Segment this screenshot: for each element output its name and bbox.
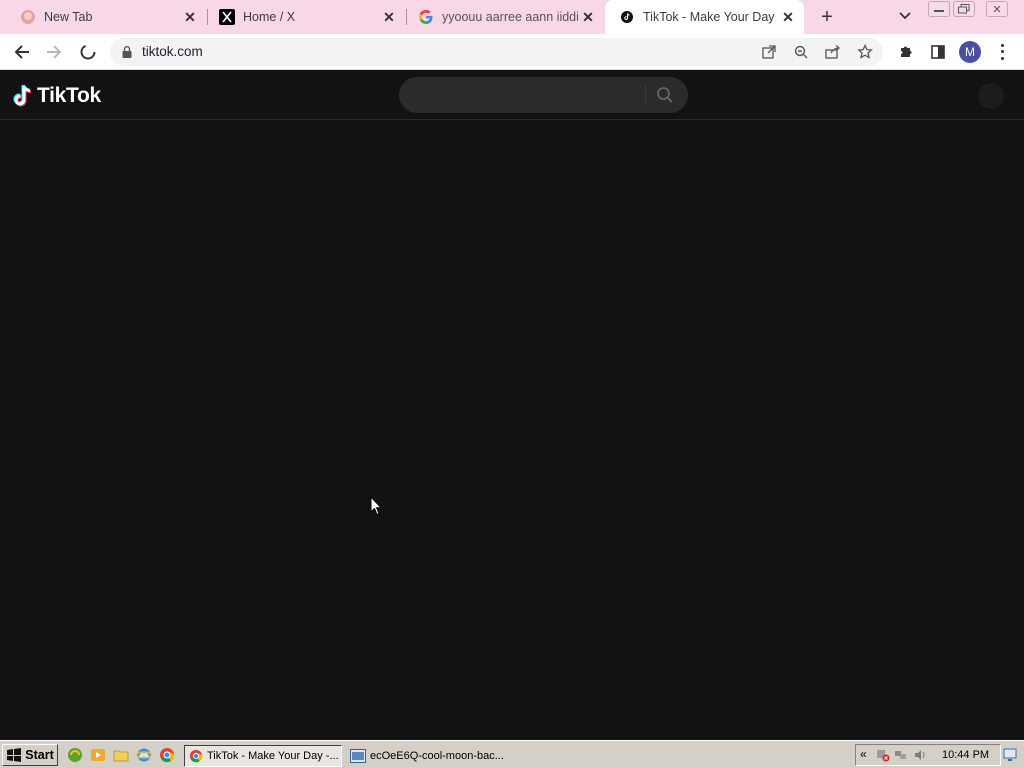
browser-toolbar: tiktok.com M (0, 34, 1024, 70)
search-divider (645, 85, 646, 105)
restore-button[interactable] (953, 1, 975, 17)
tab-search-chevron-icon[interactable] (895, 6, 915, 26)
close-icon[interactable]: ✕ (180, 7, 200, 27)
tiktok-logo-text: TikTok (37, 84, 101, 107)
back-arrow-icon[interactable] (10, 40, 34, 64)
tiktok-content-area (0, 121, 1024, 740)
tray-monitor-icon[interactable] (1003, 748, 1017, 762)
tab-title: TikTok - Make Your Day (643, 10, 775, 24)
extensions-puzzle-icon[interactable] (896, 42, 916, 62)
image-viewer-icon (350, 749, 366, 763)
quicklaunch-internet-icon[interactable] (67, 747, 83, 763)
tray-network-error-icon[interactable] (876, 748, 890, 762)
close-icon[interactable]: ✕ (379, 7, 399, 27)
tab-tiktok[interactable]: TikTok - Make Your Day ✕ (605, 0, 804, 34)
tray-volume-icon[interactable] (913, 748, 927, 762)
start-label: Start (25, 748, 54, 762)
quicklaunch-chrome-icon[interactable] (159, 747, 175, 763)
taskbar-item-label: TikTok - Make Your Day -... (207, 750, 339, 762)
taskbar-item-label: ecOeE6Q-cool-moon-bac... (370, 750, 504, 762)
tab-title: New Tab (44, 10, 93, 24)
close-icon[interactable]: ✕ (578, 7, 598, 27)
browser-tab-strip: New Tab ✕ Home / X ✕ yyoouu aarree aann … (0, 0, 1024, 34)
side-panel-icon[interactable] (928, 42, 948, 62)
search-icon[interactable] (656, 86, 674, 104)
lock-icon (122, 46, 132, 58)
url-text: tiktok.com (142, 44, 203, 59)
loading-spinner-icon[interactable] (76, 40, 100, 64)
forward-arrow-icon[interactable] (42, 40, 66, 64)
windows-taskbar: Start TikTok - Make Your Day -... ecOeE6… (0, 740, 1024, 768)
windows-flag-icon (7, 748, 22, 762)
new-tab-button[interactable]: + (815, 5, 839, 29)
taskbar-item-image-viewer[interactable]: ecOeE6Q-cool-moon-bac... (346, 745, 504, 767)
tab-new-tab[interactable]: New Tab ✕ (0, 0, 206, 34)
quicklaunch-ie-icon[interactable] (136, 747, 152, 763)
mouse-cursor-icon (370, 496, 382, 516)
minimize-button[interactable] (928, 1, 950, 17)
tiktok-user-avatar[interactable] (978, 83, 1004, 109)
share-icon[interactable] (824, 43, 842, 61)
x-logo-icon (219, 9, 235, 25)
browser-menu-icon[interactable] (995, 42, 1009, 62)
close-icon[interactable]: ✕ (778, 7, 798, 27)
quicklaunch-folder-icon[interactable] (113, 747, 129, 763)
taskbar-item-tiktok[interactable]: TikTok - Make Your Day -... (184, 745, 342, 767)
start-button[interactable]: Start (2, 744, 58, 766)
zoom-icon[interactable] (792, 43, 810, 61)
open-in-app-icon[interactable] (760, 43, 778, 61)
system-tray: « 10:44 PM (855, 744, 1001, 766)
chrome-icon (189, 749, 203, 763)
close-window-button[interactable]: ✕ (986, 1, 1008, 17)
tab-home-x[interactable]: Home / X ✕ (199, 0, 405, 34)
tab-google-search[interactable]: yyoouu aarree aann iiddiioott ✕ (398, 0, 604, 34)
google-g-icon (418, 9, 434, 25)
tiktok-logo[interactable]: TikTok (12, 83, 101, 109)
tray-clock: 10:44 PM (942, 749, 990, 761)
tray-expand-chevron-icon[interactable]: « (860, 747, 874, 761)
tiktok-favicon (619, 9, 635, 25)
tab-title: Home / X (243, 10, 296, 24)
tiktok-note-icon (13, 84, 32, 107)
tab-title: yyoouu aarree aann iiddiioott (442, 10, 578, 24)
tiktok-header: TikTok (0, 71, 1024, 120)
tray-network-icon[interactable] (894, 748, 908, 762)
profile-avatar[interactable]: M (959, 41, 981, 63)
quicklaunch-media-icon[interactable] (90, 747, 106, 763)
bookmark-star-icon[interactable] (856, 43, 874, 61)
new-tab-favicon (20, 9, 36, 25)
address-bar[interactable]: tiktok.com (110, 38, 883, 66)
tiktok-search-bar[interactable] (399, 77, 688, 113)
